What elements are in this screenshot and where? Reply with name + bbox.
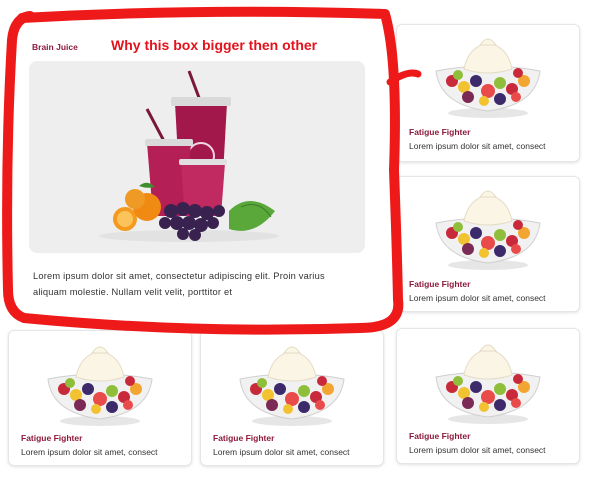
- product-description: Lorem ipsum dolor sit amet, consect: [21, 447, 158, 457]
- top-edge-marker: [139, 0, 165, 12]
- product-description: Lorem ipsum dolor sit amet, consect: [409, 293, 546, 303]
- product-title: Fatigue Fighter: [409, 431, 471, 441]
- product-card[interactable]: Fatigue Fighter Lorem ipsum dolor sit am…: [396, 176, 580, 312]
- product-card[interactable]: Fatigue Fighter Lorem ipsum dolor sit am…: [8, 330, 192, 466]
- product-card[interactable]: Fatigue Fighter Lorem ipsum dolor sit am…: [200, 330, 384, 466]
- fruit-bowl-image: [428, 183, 548, 273]
- annotation-text: Why this box bigger then other: [111, 37, 318, 53]
- product-description: Lorem ipsum dolor sit amet, consect: [409, 445, 546, 455]
- product-title: Fatigue Fighter: [409, 279, 471, 289]
- product-title: Fatigue Fighter: [213, 433, 275, 443]
- product-title: Fatigue Fighter: [21, 433, 83, 443]
- product-card[interactable]: Fatigue Fighter Lorem ipsum dolor sit am…: [396, 328, 580, 464]
- fruit-bowl-image: [428, 337, 548, 427]
- featured-product-title: Brain Juice: [32, 42, 78, 52]
- fruit-bowl-image: [428, 31, 548, 121]
- featured-product-description: Lorem ipsum dolor sit amet, consectetur …: [33, 271, 325, 297]
- fruit-bowl-image: [232, 339, 352, 429]
- product-title: Fatigue Fighter: [409, 127, 471, 137]
- fruit-bowl-image: [40, 339, 160, 429]
- product-description: Lorem ipsum dolor sit amet, consect: [409, 141, 546, 151]
- product-card[interactable]: Fatigue Fighter Lorem ipsum dolor sit am…: [396, 24, 580, 162]
- product-description: Lorem ipsum dolor sit amet, consect: [213, 447, 350, 457]
- featured-product-image: [29, 61, 365, 253]
